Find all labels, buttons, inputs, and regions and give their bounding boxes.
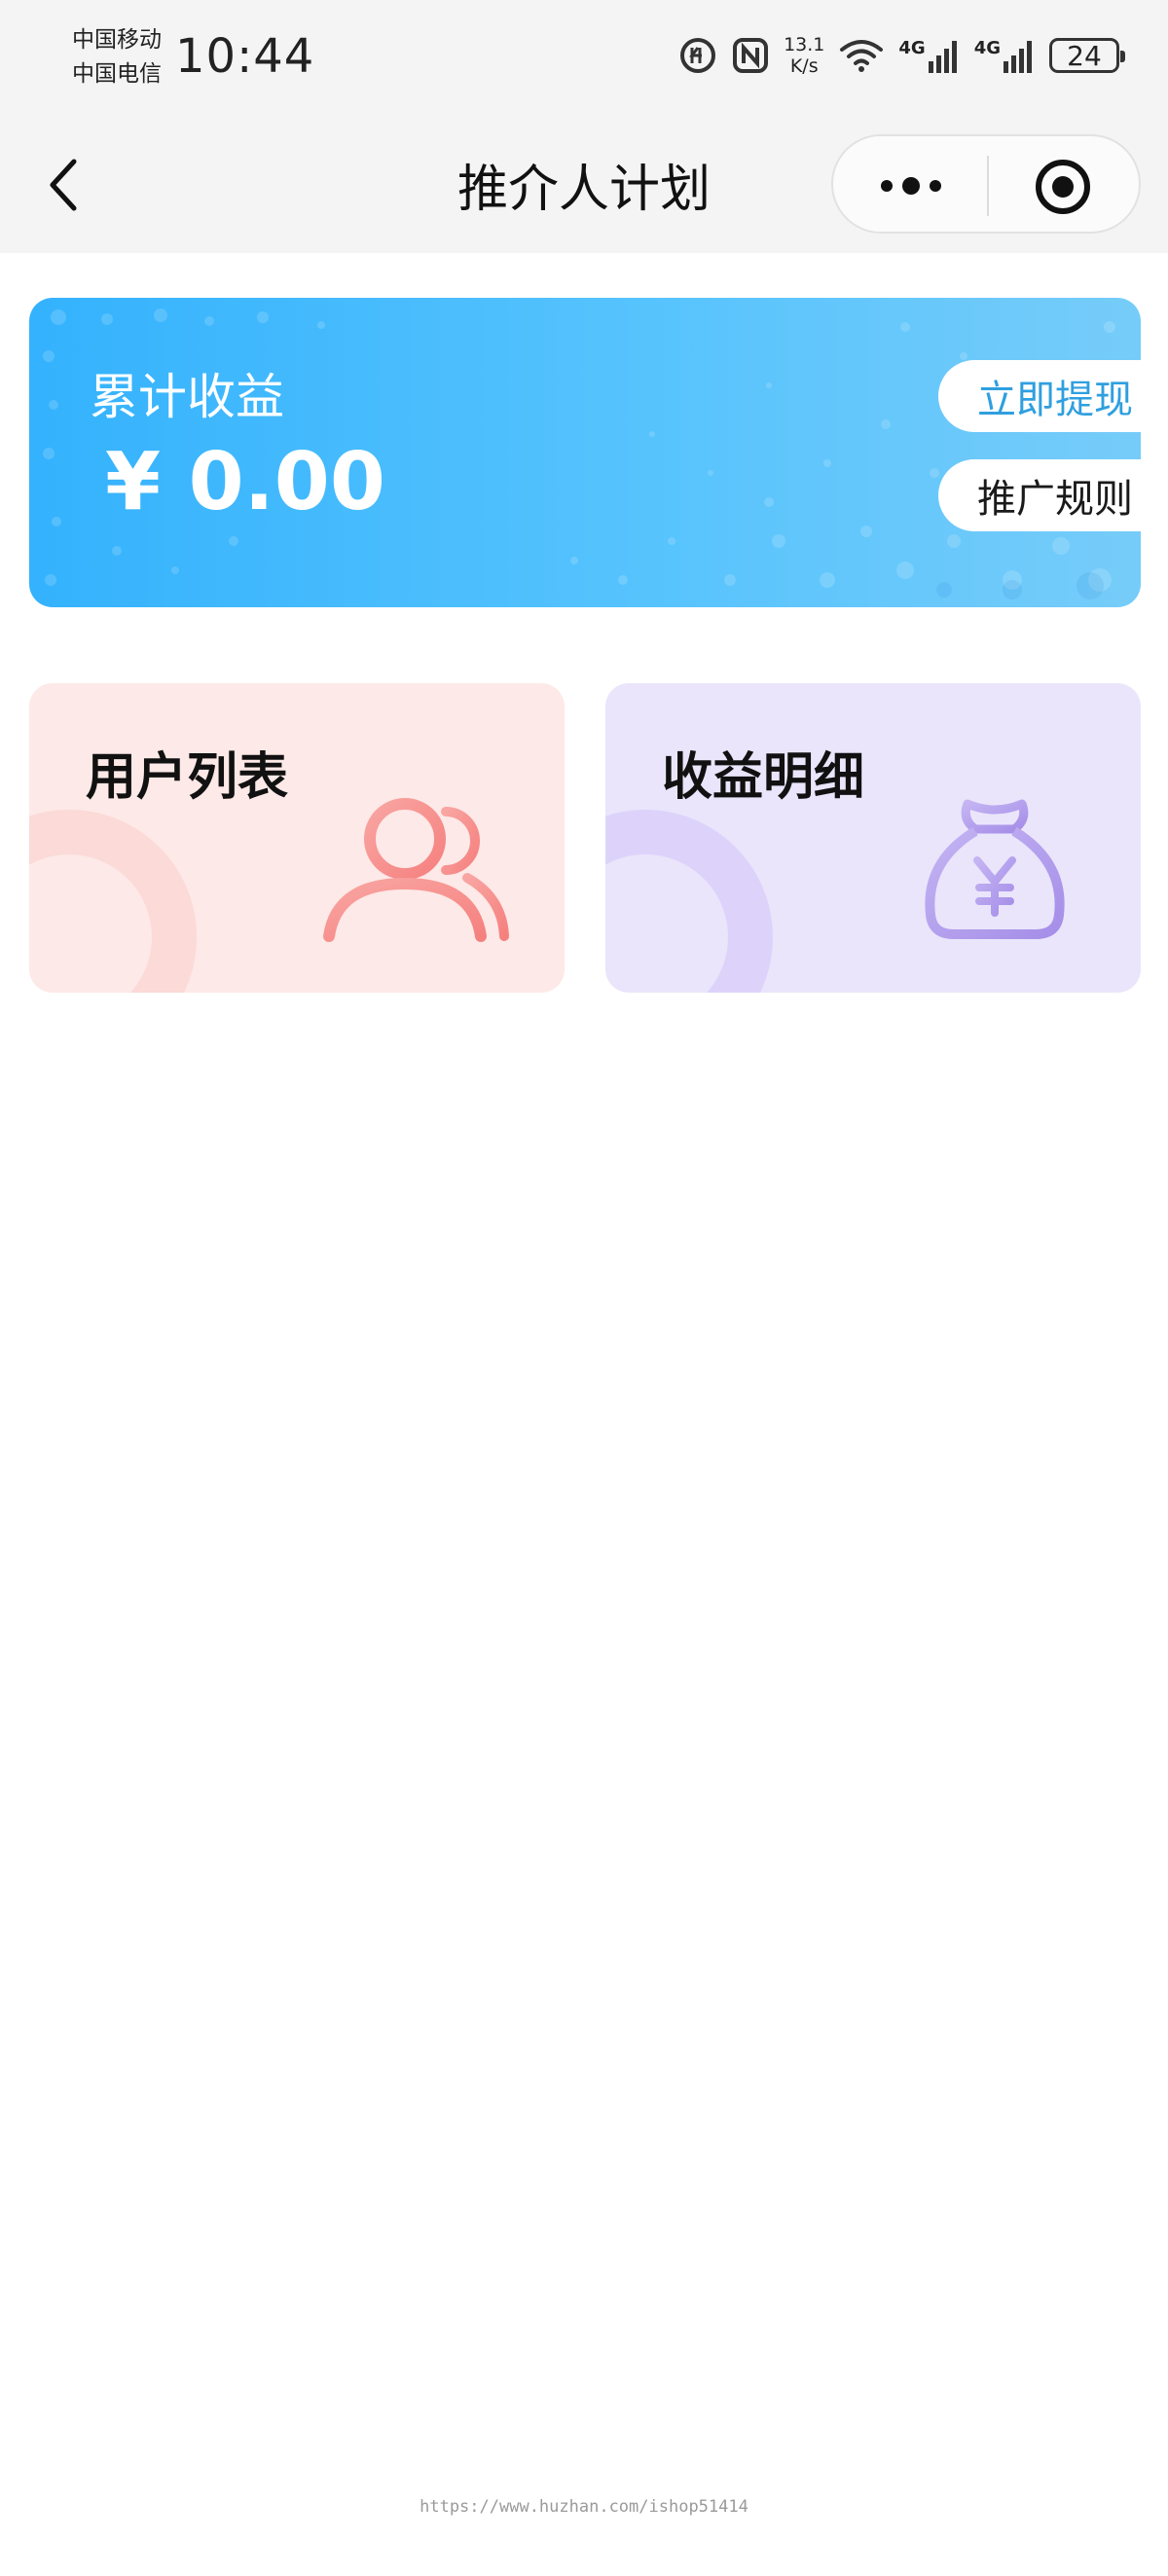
net-speed: 13.1 K/s [784, 34, 824, 77]
target-circle-icon [1036, 160, 1090, 214]
signal-icon [1004, 41, 1032, 73]
status-icons: 13.1 K/s 4G 4G 24 [678, 31, 1125, 80]
hd-call-icon [678, 36, 717, 75]
signal-icon [928, 41, 957, 73]
total-earnings-label: 累计收益 [90, 369, 284, 425]
earnings-card: 累计收益 ¥ 0.00 立即提现 推广规则 [29, 298, 1141, 607]
promotion-rules-button[interactable]: 推广规则 [938, 459, 1141, 531]
status-time: 10:44 [175, 29, 315, 84]
decorative-ring [29, 810, 197, 993]
carrier-info: 中国移动 中国电信 [72, 23, 162, 91]
total-earnings-amount: ¥ 0.00 [105, 436, 385, 528]
sim1-network-type: 4G [898, 38, 926, 58]
carrier-2: 中国电信 [72, 61, 162, 87]
income-detail-card[interactable]: 收益明细 [605, 683, 1141, 993]
watermark-url: https://www.huzhan.com/ishop51414 [420, 2497, 748, 2517]
money-bag-yen-icon [925, 799, 1065, 939]
income-detail-title: 收益明细 [662, 748, 865, 807]
users-icon [323, 798, 509, 942]
carrier-1: 中国移动 [72, 27, 162, 53]
sim2-network-type: 4G [973, 38, 1001, 58]
withdraw-button-label: 立即提现 [977, 378, 1133, 422]
capsule-divider [987, 156, 989, 216]
close-button[interactable] [1034, 158, 1092, 216]
status-bar: 中国移动 中国电信 10:44 13.1 K/s 4G 4G 24 [0, 0, 1168, 127]
user-list-title: 用户列表 [86, 748, 289, 807]
mini-program-capsule [831, 134, 1141, 234]
decorative-ring [605, 810, 773, 993]
promotion-rules-label: 推广规则 [977, 477, 1133, 522]
sim1-signal: 4G [898, 38, 960, 73]
more-dots-icon [881, 177, 941, 195]
nfc-icon [731, 36, 770, 75]
user-list-card[interactable]: 用户列表 [29, 683, 565, 993]
battery-icon: 24 [1049, 38, 1125, 73]
net-speed-value: 13.1 [784, 34, 825, 55]
net-speed-unit: K/s [789, 55, 819, 77]
battery-level: 24 [1067, 39, 1102, 72]
withdraw-button[interactable]: 立即提现 [938, 360, 1141, 432]
more-button[interactable] [872, 162, 950, 210]
sim2-signal: 4G [974, 38, 1036, 73]
wifi-icon [838, 36, 885, 75]
nav-bar: 推介人计划 [0, 127, 1168, 253]
